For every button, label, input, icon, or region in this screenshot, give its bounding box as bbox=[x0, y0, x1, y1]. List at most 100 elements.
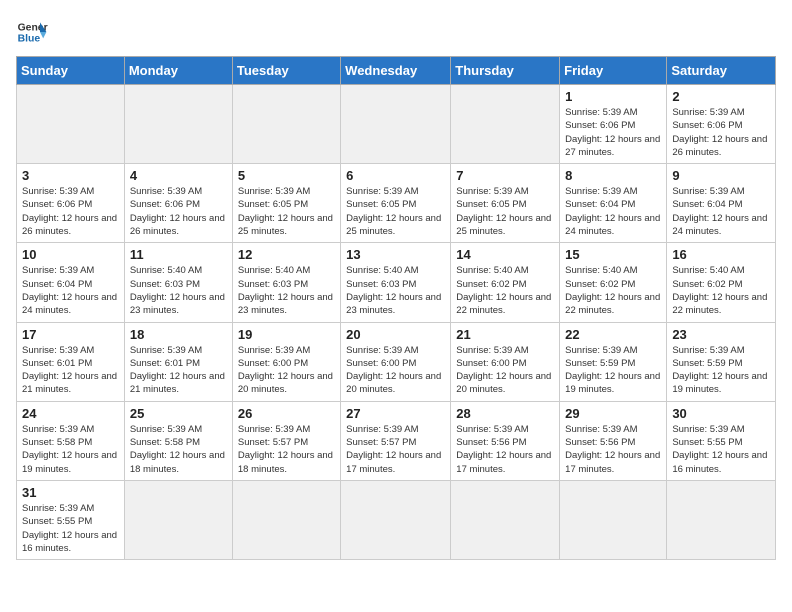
day-info: Sunrise: 5:39 AM Sunset: 5:59 PM Dayligh… bbox=[565, 344, 661, 397]
calendar-week-row: 24 Sunrise: 5:39 AM Sunset: 5:58 PM Dayli… bbox=[17, 401, 776, 480]
day-info: Sunrise: 5:39 AM Sunset: 5:55 PM Dayligh… bbox=[672, 423, 770, 476]
day-info: Sunrise: 5:39 AM Sunset: 6:04 PM Dayligh… bbox=[22, 264, 119, 317]
calendar-day-cell: 7 Sunrise: 5:39 AM Sunset: 6:05 PM Daylig… bbox=[451, 164, 560, 243]
day-info: Sunrise: 5:39 AM Sunset: 6:05 PM Dayligh… bbox=[238, 185, 335, 238]
day-info: Sunrise: 5:39 AM Sunset: 6:06 PM Dayligh… bbox=[672, 106, 770, 159]
day-info: Sunrise: 5:39 AM Sunset: 6:04 PM Dayligh… bbox=[672, 185, 770, 238]
day-info: Sunrise: 5:39 AM Sunset: 5:56 PM Dayligh… bbox=[565, 423, 661, 476]
svg-text:Blue: Blue bbox=[18, 34, 41, 45]
calendar-day-cell: 5 Sunrise: 5:39 AM Sunset: 6:05 PM Daylig… bbox=[232, 164, 340, 243]
calendar-week-row: 17 Sunrise: 5:39 AM Sunset: 6:01 PM Dayli… bbox=[17, 322, 776, 401]
calendar-day-cell: 11 Sunrise: 5:40 AM Sunset: 6:03 PM Dayli… bbox=[124, 243, 232, 322]
calendar-day-cell bbox=[124, 85, 232, 164]
calendar-day-cell: 25Sunrise: 5:39 AM Sunset: 5:58 PM Dayli… bbox=[124, 401, 232, 480]
day-info: Sunrise: 5:39 AM Sunset: 6:06 PM Dayligh… bbox=[130, 185, 227, 238]
calendar-day-cell bbox=[451, 85, 560, 164]
day-info: Sunrise: 5:39 AM Sunset: 6:05 PM Dayligh… bbox=[456, 185, 554, 238]
day-number: 14 bbox=[456, 247, 554, 262]
day-info: Sunrise: 5:40 AM Sunset: 6:02 PM Dayligh… bbox=[565, 264, 661, 317]
calendar-header-row: SundayMondayTuesdayWednesdayThursdayFrid… bbox=[17, 57, 776, 85]
calendar-day-cell: 31Sunrise: 5:39 AM Sunset: 5:55 PM Dayli… bbox=[17, 480, 125, 559]
calendar-week-row: 31Sunrise: 5:39 AM Sunset: 5:55 PM Dayli… bbox=[17, 480, 776, 559]
day-info: Sunrise: 5:39 AM Sunset: 5:59 PM Dayligh… bbox=[672, 344, 770, 397]
day-number: 4 bbox=[130, 168, 227, 183]
day-number: 19 bbox=[238, 327, 335, 342]
day-info: Sunrise: 5:39 AM Sunset: 6:00 PM Dayligh… bbox=[456, 344, 554, 397]
day-number: 16 bbox=[672, 247, 770, 262]
day-number: 24 bbox=[22, 406, 119, 421]
page-header: General Blue bbox=[16, 16, 776, 48]
day-info: Sunrise: 5:39 AM Sunset: 5:56 PM Dayligh… bbox=[456, 423, 554, 476]
weekday-header: Thursday bbox=[451, 57, 560, 85]
calendar-day-cell: 4 Sunrise: 5:39 AM Sunset: 6:06 PM Daylig… bbox=[124, 164, 232, 243]
calendar-day-cell: 13Sunrise: 5:40 AM Sunset: 6:03 PM Dayli… bbox=[341, 243, 451, 322]
day-number: 7 bbox=[456, 168, 554, 183]
day-info: Sunrise: 5:40 AM Sunset: 6:02 PM Dayligh… bbox=[672, 264, 770, 317]
logo: General Blue bbox=[16, 16, 48, 48]
day-info: Sunrise: 5:40 AM Sunset: 6:03 PM Dayligh… bbox=[238, 264, 335, 317]
day-number: 18 bbox=[130, 327, 227, 342]
day-info: Sunrise: 5:39 AM Sunset: 5:55 PM Dayligh… bbox=[22, 502, 119, 555]
calendar-day-cell bbox=[232, 480, 340, 559]
day-number: 2 bbox=[672, 89, 770, 104]
calendar-week-row: 3Sunrise: 5:39 AM Sunset: 6:06 PM Daylig… bbox=[17, 164, 776, 243]
calendar-day-cell: 26 Sunrise: 5:39 AM Sunset: 5:57 PM Dayli… bbox=[232, 401, 340, 480]
calendar-day-cell bbox=[341, 85, 451, 164]
day-info: Sunrise: 5:39 AM Sunset: 6:01 PM Dayligh… bbox=[130, 344, 227, 397]
calendar-day-cell: 18 Sunrise: 5:39 AM Sunset: 6:01 PM Dayli… bbox=[124, 322, 232, 401]
day-info: Sunrise: 5:39 AM Sunset: 6:00 PM Dayligh… bbox=[238, 344, 335, 397]
day-number: 11 bbox=[130, 247, 227, 262]
calendar-day-cell bbox=[560, 480, 667, 559]
day-number: 30 bbox=[672, 406, 770, 421]
calendar-day-cell: 14 Sunrise: 5:40 AM Sunset: 6:02 PM Dayli… bbox=[451, 243, 560, 322]
calendar-day-cell bbox=[124, 480, 232, 559]
day-number: 17 bbox=[22, 327, 119, 342]
calendar-day-cell bbox=[17, 85, 125, 164]
day-number: 23 bbox=[672, 327, 770, 342]
day-number: 9 bbox=[672, 168, 770, 183]
weekday-header: Wednesday bbox=[341, 57, 451, 85]
day-info: Sunrise: 5:39 AM Sunset: 6:06 PM Dayligh… bbox=[565, 106, 661, 159]
calendar-day-cell: 22 Sunrise: 5:39 AM Sunset: 5:59 PM Dayli… bbox=[560, 322, 667, 401]
calendar-day-cell: 21 Sunrise: 5:39 AM Sunset: 6:00 PM Dayli… bbox=[451, 322, 560, 401]
calendar-table: SundayMondayTuesdayWednesdayThursdayFrid… bbox=[16, 56, 776, 560]
calendar-day-cell: 9 Sunrise: 5:39 AM Sunset: 6:04 PM Daylig… bbox=[667, 164, 776, 243]
day-number: 5 bbox=[238, 168, 335, 183]
calendar-day-cell: 2 Sunrise: 5:39 AM Sunset: 6:06 PM Daylig… bbox=[667, 85, 776, 164]
day-number: 26 bbox=[238, 406, 335, 421]
day-number: 13 bbox=[346, 247, 445, 262]
day-number: 15 bbox=[565, 247, 661, 262]
calendar-day-cell: 23 Sunrise: 5:39 AM Sunset: 5:59 PM Dayli… bbox=[667, 322, 776, 401]
day-info: Sunrise: 5:39 AM Sunset: 6:05 PM Dayligh… bbox=[346, 185, 445, 238]
calendar-day-cell: 1 Sunrise: 5:39 AM Sunset: 6:06 PM Daylig… bbox=[560, 85, 667, 164]
calendar-day-cell: 15 Sunrise: 5:40 AM Sunset: 6:02 PM Dayli… bbox=[560, 243, 667, 322]
calendar-day-cell: 17Sunrise: 5:39 AM Sunset: 6:01 PM Dayli… bbox=[17, 322, 125, 401]
day-number: 8 bbox=[565, 168, 661, 183]
calendar-day-cell: 16 Sunrise: 5:40 AM Sunset: 6:02 PM Dayli… bbox=[667, 243, 776, 322]
logo-icon: General Blue bbox=[16, 16, 48, 48]
day-number: 21 bbox=[456, 327, 554, 342]
day-info: Sunrise: 5:39 AM Sunset: 6:06 PM Dayligh… bbox=[22, 185, 119, 238]
day-info: Sunrise: 5:39 AM Sunset: 6:00 PM Dayligh… bbox=[346, 344, 445, 397]
day-number: 22 bbox=[565, 327, 661, 342]
day-number: 29 bbox=[565, 406, 661, 421]
calendar-day-cell: 19 Sunrise: 5:39 AM Sunset: 6:00 PM Dayli… bbox=[232, 322, 340, 401]
day-number: 6 bbox=[346, 168, 445, 183]
calendar-day-cell bbox=[341, 480, 451, 559]
calendar-day-cell: 12 Sunrise: 5:40 AM Sunset: 6:03 PM Dayli… bbox=[232, 243, 340, 322]
calendar-week-row: 10Sunrise: 5:39 AM Sunset: 6:04 PM Dayli… bbox=[17, 243, 776, 322]
weekday-header: Sunday bbox=[17, 57, 125, 85]
calendar-day-cell: 6 Sunrise: 5:39 AM Sunset: 6:05 PM Daylig… bbox=[341, 164, 451, 243]
calendar-day-cell: 20 Sunrise: 5:39 AM Sunset: 6:00 PM Dayli… bbox=[341, 322, 451, 401]
day-info: Sunrise: 5:40 AM Sunset: 6:03 PM Dayligh… bbox=[130, 264, 227, 317]
day-number: 20 bbox=[346, 327, 445, 342]
weekday-header: Tuesday bbox=[232, 57, 340, 85]
weekday-header: Saturday bbox=[667, 57, 776, 85]
calendar-day-cell: 29 Sunrise: 5:39 AM Sunset: 5:56 PM Dayli… bbox=[560, 401, 667, 480]
calendar-day-cell: 28Sunrise: 5:39 AM Sunset: 5:56 PM Dayli… bbox=[451, 401, 560, 480]
day-info: Sunrise: 5:40 AM Sunset: 6:02 PM Dayligh… bbox=[456, 264, 554, 317]
day-number: 12 bbox=[238, 247, 335, 262]
day-info: Sunrise: 5:39 AM Sunset: 5:57 PM Dayligh… bbox=[238, 423, 335, 476]
day-info: Sunrise: 5:39 AM Sunset: 5:58 PM Dayligh… bbox=[130, 423, 227, 476]
day-number: 1 bbox=[565, 89, 661, 104]
